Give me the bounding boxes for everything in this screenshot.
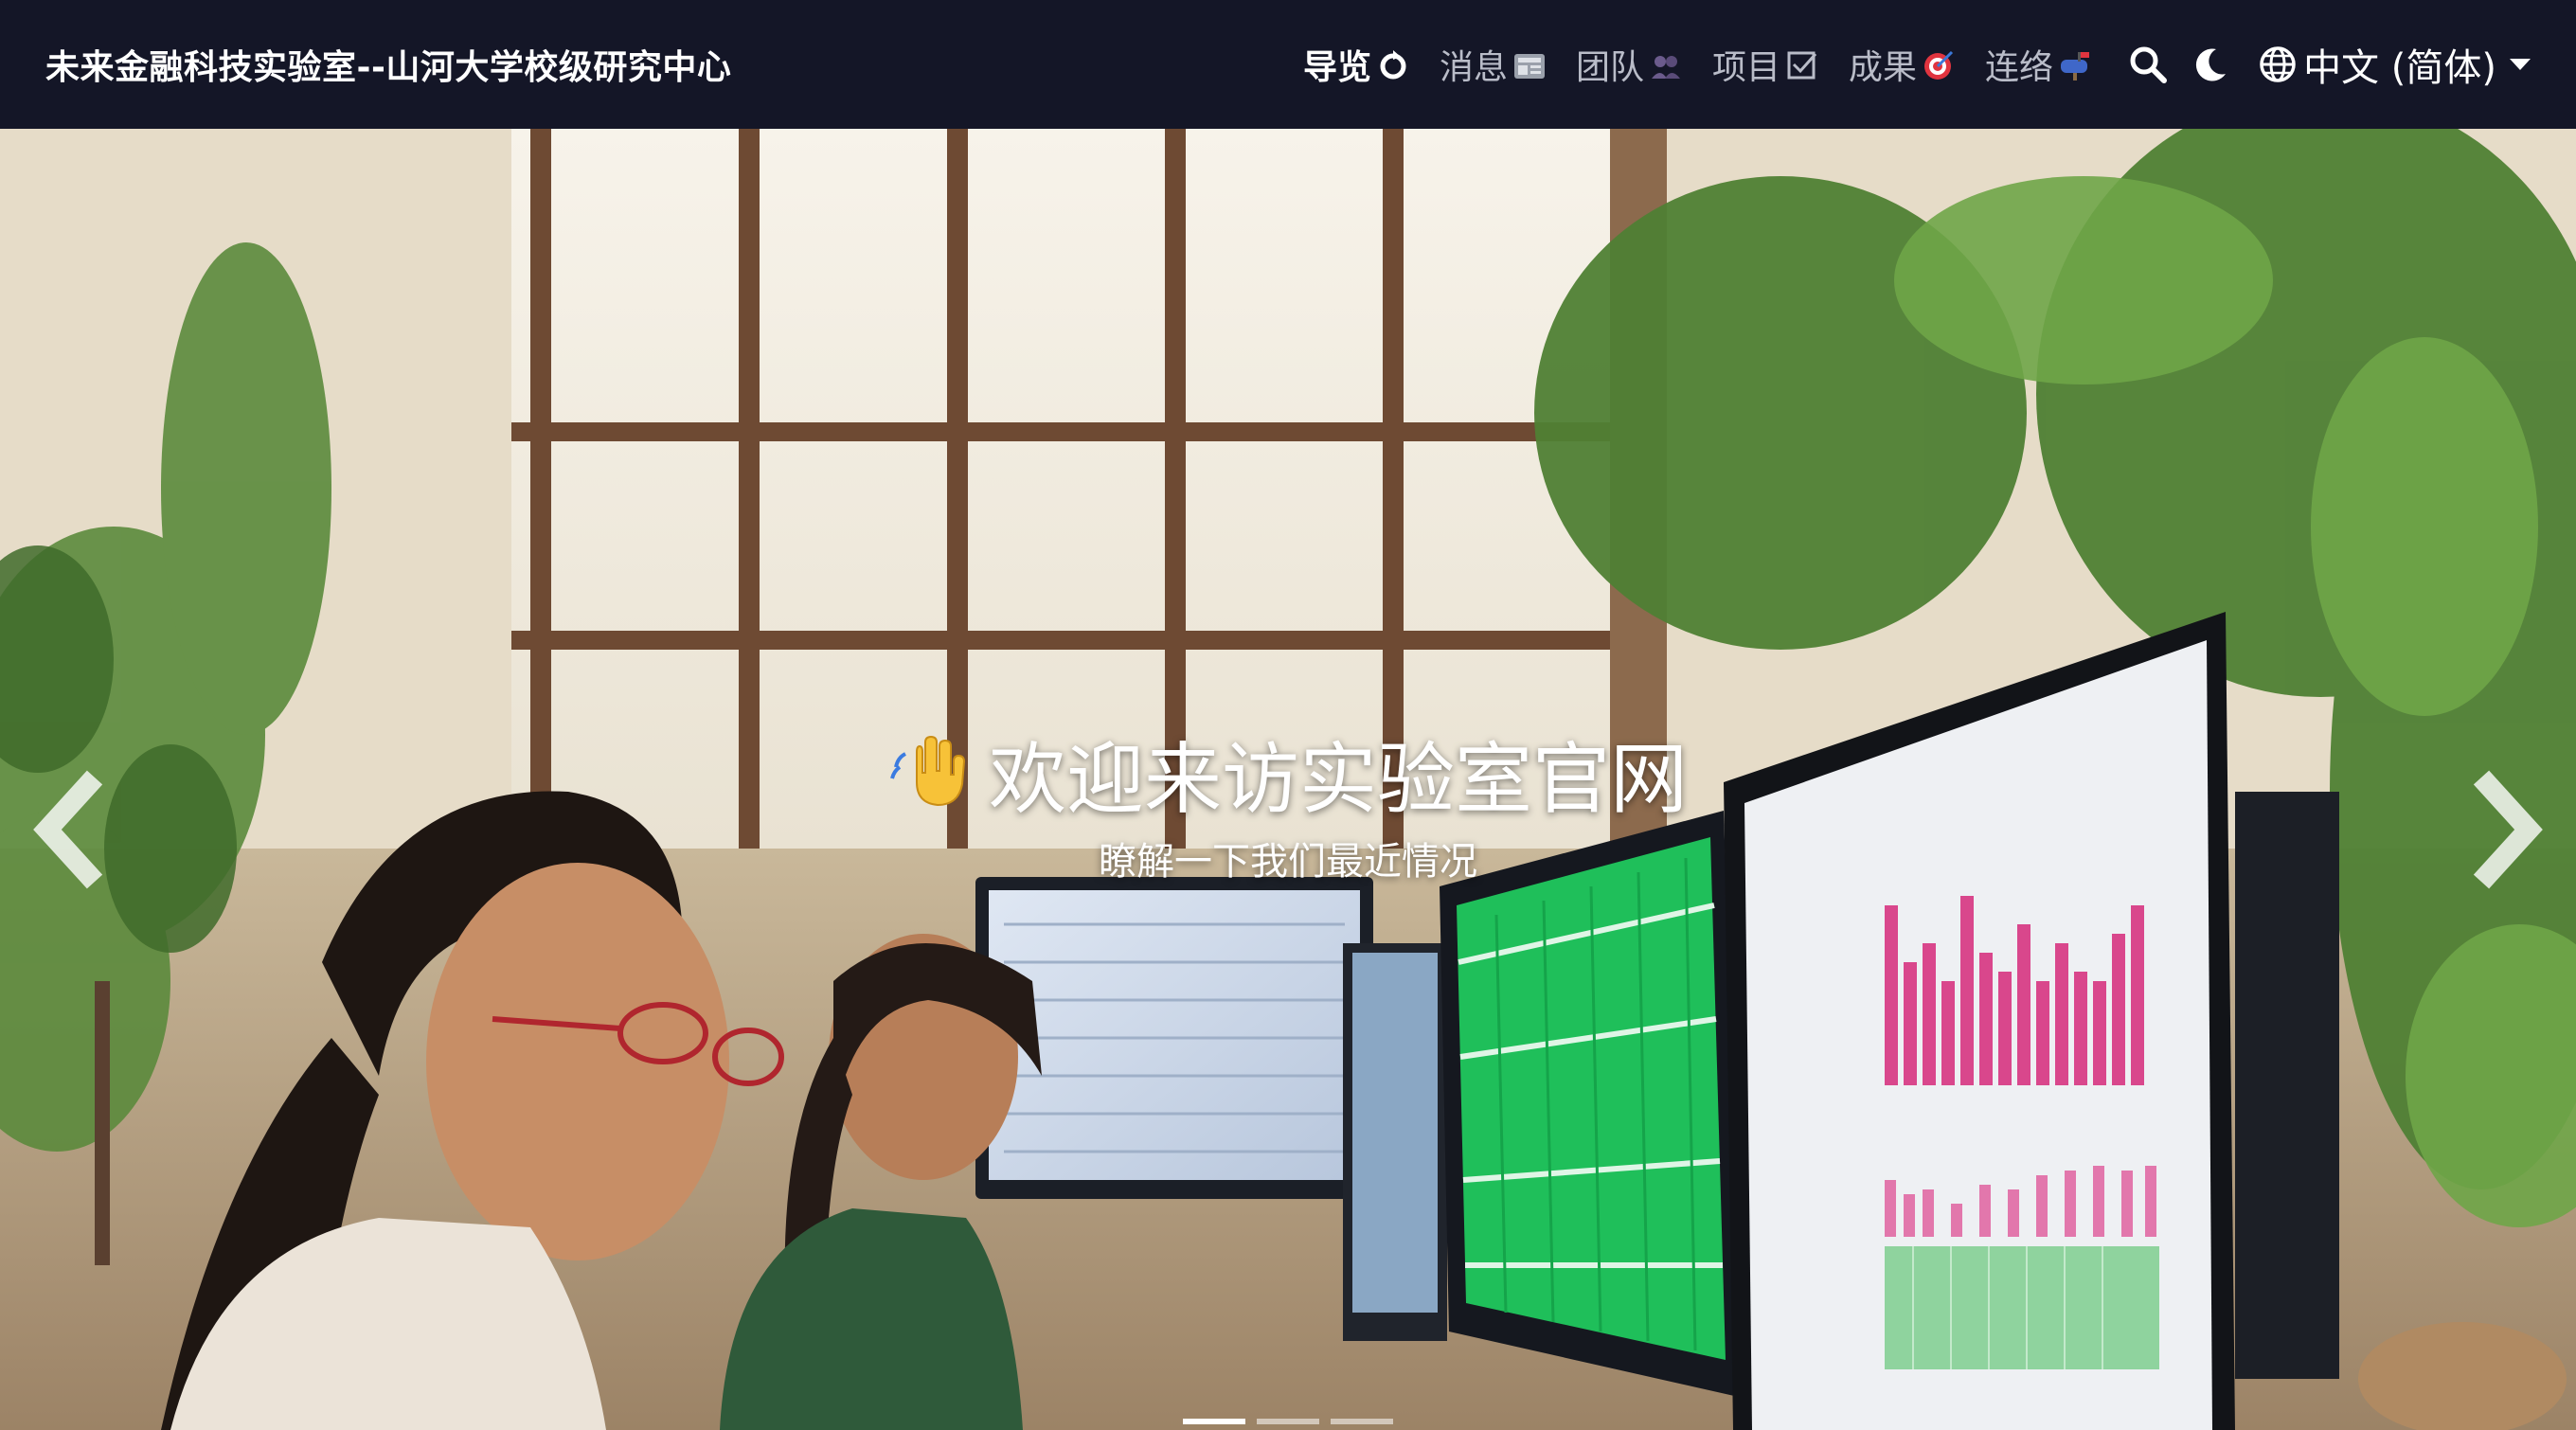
chevron-down-icon (2510, 59, 2531, 70)
moon-icon (2195, 48, 2227, 81)
people-icon (1652, 56, 1681, 79)
carousel-indicators (0, 1419, 2576, 1424)
nav-item-label: 消息 (1439, 48, 1508, 87)
search-icon (2130, 46, 2168, 83)
nav-item-label: 连络 (1985, 48, 2054, 87)
nav-item-contact[interactable]: 连络 (1985, 40, 2093, 89)
hero-title: 欢迎来访实验室官网 (988, 735, 1688, 825)
nav-item-projects[interactable]: 项目 (1712, 40, 1820, 89)
site-brand[interactable]: 未来金融科技实验室--山河大学校级研究中心 (45, 40, 731, 89)
mailbox-icon (2061, 52, 2090, 80)
nav-item-results[interactable]: 成果 (1849, 40, 1957, 89)
language-selector[interactable]: 中文 (简体) (2258, 37, 2531, 92)
theme-toggle-button[interactable] (2190, 44, 2231, 85)
nav-item-label: 导览 (1302, 48, 1371, 87)
hero-carousel: 欢迎来访实验室官网 瞭解一下我们最近情况 (0, 129, 2576, 1430)
nav-item-team[interactable]: 团队 (1576, 40, 1684, 89)
language-label: 中文 (简体) (2303, 46, 2496, 90)
target-icon (1924, 50, 1954, 80)
nav-menu: 导览 消息 团队 项目 成果 连络 中文 (简体) (1275, 0, 2531, 129)
nav-item-label: 项目 (1712, 48, 1781, 87)
nav-item-label: 团队 (1576, 48, 1645, 87)
recycle-icon (1380, 50, 1406, 80)
hero-subtitle: 瞭解一下我们最近情况 (1099, 840, 1477, 884)
top-navbar: 未来金融科技实验室--山河大学校级研究中心 导览 消息 团队 项目 成果 连络 … (0, 0, 2576, 129)
carousel-indicator-2[interactable] (1257, 1419, 1319, 1424)
hero-title-row: 欢迎来访实验室官网 (888, 716, 1688, 829)
carousel-indicator-1[interactable] (1183, 1419, 1245, 1424)
globe-icon (2260, 46, 2296, 82)
chevron-right-icon (2473, 770, 2543, 889)
carousel-next-button[interactable] (2453, 735, 2557, 924)
carousel-indicator-3[interactable] (1331, 1419, 1393, 1424)
search-button[interactable] (2127, 44, 2169, 85)
nav-item-tour[interactable]: 导览 (1303, 40, 1411, 89)
checkbox-icon (1787, 51, 1817, 80)
hero-caption: 欢迎来访实验室官网 瞭解一下我们最近情况 (0, 716, 2576, 885)
nav-item-news[interactable]: 消息 (1440, 40, 1547, 89)
chevron-left-icon (33, 770, 103, 889)
nav-item-label: 成果 (1849, 48, 1918, 87)
carousel-prev-button[interactable] (19, 735, 123, 924)
newspaper-icon (1514, 54, 1545, 79)
waving-hand-icon (890, 735, 965, 806)
